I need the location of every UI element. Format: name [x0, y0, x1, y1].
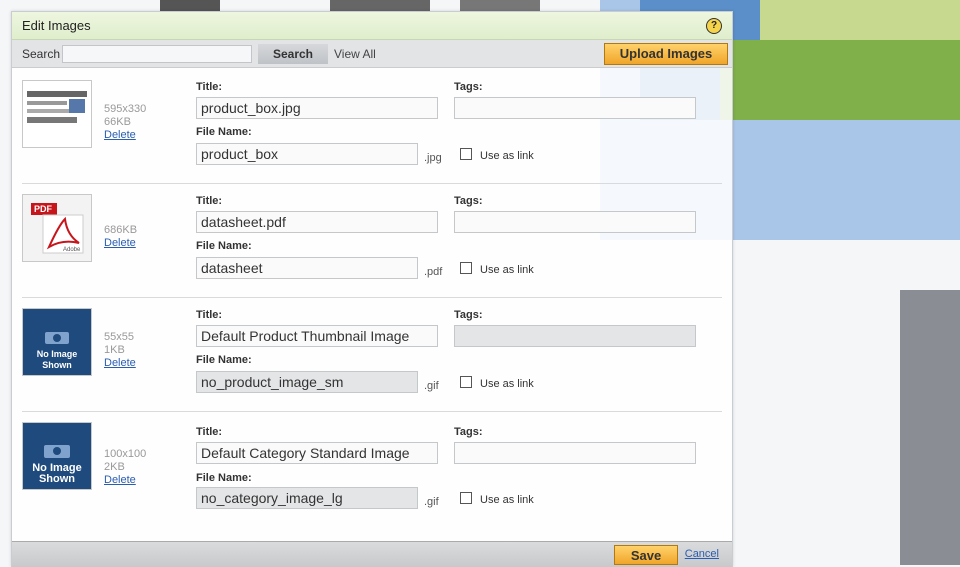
- image-row: 595x330 66KB Delete Title: product_box.j…: [12, 70, 732, 184]
- file-extension: .jpg: [424, 152, 442, 164]
- save-button[interactable]: Save: [614, 545, 678, 565]
- title-field[interactable]: Default Category Standard Image: [196, 442, 438, 464]
- file-extension: .pdf: [424, 266, 443, 278]
- tags-label: Tags:: [454, 426, 483, 438]
- no-image-text: No Image Shown: [36, 349, 78, 370]
- title-label: Title:: [196, 426, 223, 438]
- image-meta: 100x100 2KB Delete: [104, 448, 146, 487]
- image-meta: 595x330 66KB Delete: [104, 103, 146, 142]
- no-image-thumbnail[interactable]: No Image Shown: [22, 308, 92, 376]
- file-extension: .gif: [424, 380, 439, 392]
- image-dimensions: 595x330: [104, 103, 147, 115]
- use-as-link-checkbox[interactable]: [460, 262, 472, 274]
- tags-label: Tags:: [454, 81, 483, 93]
- file-name-field[interactable]: product_box: [196, 143, 418, 165]
- no-image-icon: No Image Shown: [23, 423, 91, 489]
- search-input[interactable]: [62, 44, 252, 63]
- tags-field[interactable]: [454, 97, 696, 119]
- use-as-link-checkbox[interactable]: [460, 376, 472, 388]
- image-dimensions: 55x55: [104, 331, 134, 343]
- search-button[interactable]: Search: [258, 43, 328, 64]
- no-image-text: No Image Shown: [32, 462, 82, 485]
- use-as-link-checkbox[interactable]: [460, 492, 472, 504]
- use-as-link-label: Use as link: [480, 494, 534, 506]
- tags-field[interactable]: [454, 442, 696, 464]
- title-label: Title:: [196, 195, 223, 207]
- file-name-label: File Name:: [196, 240, 252, 252]
- cancel-link[interactable]: Cancel: [685, 548, 719, 560]
- title-field[interactable]: datasheet.pdf: [196, 211, 438, 233]
- title-label: Title:: [196, 81, 223, 93]
- edit-images-dialog: Edit Images ? Search Search View All Upl…: [11, 11, 733, 567]
- use-as-link-checkbox[interactable]: [460, 148, 472, 160]
- title-field[interactable]: product_box.jpg: [196, 97, 438, 119]
- title-field[interactable]: Default Product Thumbnail Image: [196, 325, 438, 347]
- image-meta: 55x55 1KB Delete: [104, 331, 136, 370]
- search-label: Search: [22, 46, 61, 61]
- use-as-link-label: Use as link: [480, 150, 534, 162]
- file-name-label: File Name:: [196, 126, 252, 138]
- file-name-field[interactable]: datasheet: [196, 257, 418, 279]
- image-size: 1KB: [104, 344, 125, 356]
- file-name-label: File Name:: [196, 472, 252, 484]
- dialog-footer: Save Cancel: [12, 541, 732, 567]
- pdf-icon: PDF Adobe: [31, 203, 84, 254]
- use-as-link-label: Use as link: [480, 378, 534, 390]
- file-name-field[interactable]: no_category_image_lg: [196, 487, 418, 509]
- image-size: 2KB: [104, 461, 125, 473]
- pdf-thumbnail[interactable]: PDF Adobe: [22, 194, 92, 262]
- help-icon[interactable]: ?: [706, 17, 722, 34]
- image-meta: 686KB Delete: [104, 224, 137, 250]
- title-label: Title:: [196, 309, 223, 321]
- delete-link[interactable]: Delete: [104, 237, 137, 250]
- no-image-icon: No Image Shown: [23, 309, 91, 375]
- pdf-icon-subtext: Adobe: [63, 247, 81, 253]
- file-name-label: File Name:: [196, 354, 252, 366]
- file-name-field[interactable]: no_product_image_sm: [196, 371, 418, 393]
- dialog-title: Edit Images: [22, 18, 91, 33]
- pdf-icon-text: PDF: [34, 204, 53, 214]
- image-size: 686KB: [104, 224, 138, 236]
- view-all-link[interactable]: View All: [334, 47, 376, 61]
- delete-link[interactable]: Delete: [104, 129, 146, 142]
- tags-label: Tags:: [454, 309, 483, 321]
- tags-label: Tags:: [454, 195, 483, 207]
- image-row: No Image Shown 100x100 2KB Delete Title:…: [12, 412, 732, 526]
- use-as-link-label: Use as link: [480, 264, 534, 276]
- upload-images-button[interactable]: Upload Images: [604, 42, 728, 65]
- delete-link[interactable]: Delete: [104, 474, 146, 487]
- search-bar: Search Search View All Upload Images: [12, 40, 732, 68]
- delete-link[interactable]: Delete: [104, 357, 136, 370]
- image-size: 66KB: [104, 116, 131, 128]
- screenshot-thumbnail[interactable]: [22, 80, 92, 148]
- image-dimensions: 100x100: [104, 448, 147, 460]
- screenshot-thumbnail-icon: [27, 91, 87, 123]
- tags-field[interactable]: [454, 211, 696, 233]
- image-row: PDF Adobe 686KB Delete Title: datasheet.…: [12, 184, 732, 298]
- no-image-thumbnail[interactable]: No Image Shown: [22, 422, 92, 490]
- dialog-titlebar: Edit Images ?: [12, 12, 732, 40]
- file-extension: .gif: [424, 496, 439, 508]
- tags-field[interactable]: [454, 325, 696, 347]
- camera-icon: [44, 445, 70, 458]
- camera-icon: [45, 332, 69, 344]
- image-row: No Image Shown 55x55 1KB Delete Title: D…: [12, 298, 732, 412]
